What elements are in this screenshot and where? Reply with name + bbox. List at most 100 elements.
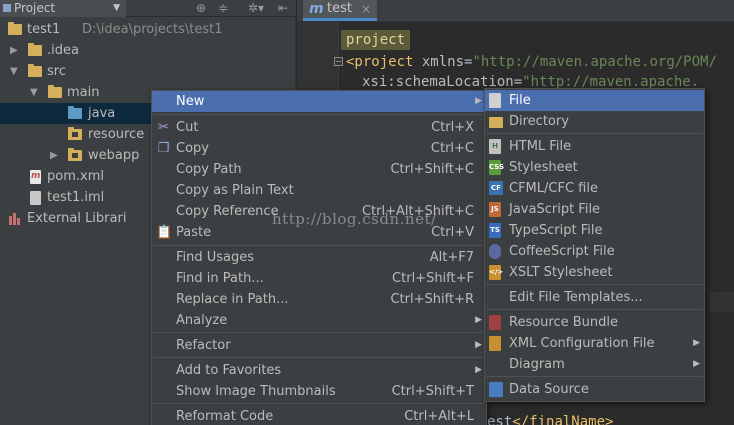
submenu-item-xml-configuration-file[interactable]: XML Configuration File ▶	[485, 333, 704, 354]
tree-item-label: test1.iml	[47, 190, 105, 205]
cfml-file-icon: CF	[489, 181, 503, 195]
submenu-arrow-icon: ▶	[693, 338, 700, 348]
xslt-file-icon: </>	[489, 265, 503, 280]
code-line-bottom[interactable]: est</finalName>	[487, 413, 613, 425]
submenu-item-diagram[interactable]: Diagram ▶	[485, 354, 704, 375]
context-menu: New ▶ ✂ Cut Ctrl+X ❐ Copy Ctrl+C Copy Pa…	[151, 90, 487, 425]
typescript-file-icon: TS	[489, 223, 501, 238]
menu-item-find-in-path[interactable]: Find in Path... Ctrl+Shift+F	[152, 268, 486, 289]
menu-item-find-usages[interactable]: Find Usages Alt+F7	[152, 247, 486, 268]
libraries-icon	[9, 213, 22, 225]
menu-separator	[153, 332, 485, 333]
html-file-icon: H	[489, 139, 501, 154]
tree-item-src[interactable]: ▼ src	[0, 61, 296, 82]
menu-item-refactor[interactable]: Refactor ▶	[152, 335, 486, 356]
tree-item-label: java	[88, 106, 116, 121]
scissors-icon: ✂	[158, 120, 169, 135]
menu-item-reformat-code[interactable]: Reformat Code Ctrl+Alt+L	[152, 406, 486, 425]
tree-item-label: resource	[88, 127, 145, 142]
copy-icon: ❐	[157, 141, 170, 156]
menu-separator	[486, 133, 703, 134]
sync-icon[interactable]: ⊕	[196, 1, 206, 15]
project-panel-header: Project ▼ ⊕ ≑ ✲▾ ⇤	[0, 0, 296, 17]
submenu-arrow-icon: ▶	[693, 359, 700, 369]
editor-tab-bar: m test ×	[297, 0, 734, 22]
tree-item-label: pom.xml	[47, 169, 104, 184]
submenu-item-resource-bundle[interactable]: Resource Bundle	[485, 312, 704, 333]
folder-icon	[48, 85, 62, 98]
project-icon	[3, 4, 11, 12]
maven-icon: m	[309, 1, 324, 17]
menu-item-cut[interactable]: ✂ Cut Ctrl+X	[152, 117, 486, 138]
menu-item-new[interactable]: New ▶	[152, 91, 486, 112]
submenu-item-coffeescript-file[interactable]: CoffeeScript File	[485, 241, 704, 262]
submenu-item-stylesheet[interactable]: CSS Stylesheet	[485, 157, 704, 178]
submenu-arrow-icon: ▶	[475, 96, 482, 106]
module-file-icon	[30, 191, 41, 205]
tree-item-label: External Librari	[27, 211, 127, 226]
submenu-item-data-source[interactable]: Data Source	[485, 379, 704, 400]
collapse-all-icon[interactable]: ≑	[218, 1, 228, 15]
project-view-dropdown[interactable]: Project ▼	[0, 0, 126, 17]
folder-icon	[28, 43, 42, 56]
menu-item-add-to-favorites[interactable]: Add to Favorites ▶	[152, 360, 486, 381]
css-file-icon: CSS	[489, 160, 504, 175]
file-icon	[489, 93, 501, 108]
menu-item-analyze[interactable]: Analyze ▶	[152, 310, 486, 331]
tree-item-project-root[interactable]: test1 D:\idea\projects\test1	[0, 19, 296, 40]
expand-arrow-icon[interactable]: ▶	[50, 145, 58, 166]
submenu-item-html-file[interactable]: H HTML File	[485, 136, 704, 157]
fold-marker-icon[interactable]	[334, 57, 343, 66]
project-folder-icon	[8, 22, 22, 35]
submenu-item-xslt-stylesheet[interactable]: </> XSLT Stylesheet	[485, 262, 704, 283]
tree-item-label: .idea	[47, 43, 79, 58]
submenu-item-javascript-file[interactable]: JS JavaScript File	[485, 199, 704, 220]
tree-item-label: webapp	[88, 148, 140, 163]
menu-separator	[486, 284, 703, 285]
menu-item-copy-path[interactable]: Copy Path Ctrl+Shift+C	[152, 159, 486, 180]
watermark: http://blog.csdn.net/	[272, 210, 437, 228]
javascript-file-icon: JS	[489, 202, 501, 217]
menu-item-copy[interactable]: ❐ Copy Ctrl+C	[152, 138, 486, 159]
close-tab-icon[interactable]: ×	[361, 0, 371, 18]
collapse-arrow-icon[interactable]: ▼	[30, 82, 38, 103]
submenu-item-directory[interactable]: Directory	[485, 111, 704, 132]
current-line-highlight	[710, 292, 734, 312]
expand-arrow-icon[interactable]: ▶	[10, 40, 18, 61]
editor-breadcrumb[interactable]: project	[341, 30, 411, 50]
menu-separator	[486, 309, 703, 310]
source-folder-icon	[68, 106, 82, 119]
code-line-1[interactable]: <project xmlns="http://maven.apache.org/…	[346, 53, 717, 71]
xml-config-file-icon	[489, 336, 501, 351]
dropdown-arrow-icon: ▼	[113, 3, 120, 13]
folder-icon	[489, 117, 503, 128]
menu-separator	[486, 376, 703, 377]
editor-tab-label: test	[327, 1, 352, 16]
tree-item-label: src	[47, 64, 66, 79]
collapse-arrow-icon[interactable]: ▼	[10, 61, 18, 82]
submenu-item-cfml-file[interactable]: CF CFML/CFC file	[485, 178, 704, 199]
tree-item-label: main	[67, 85, 100, 100]
menu-separator	[153, 114, 485, 115]
hide-panel-icon[interactable]: ⇤	[278, 1, 288, 15]
database-icon	[489, 382, 503, 397]
submenu-item-file[interactable]: File	[485, 90, 704, 111]
submenu-item-edit-file-templates[interactable]: Edit File Templates...	[485, 287, 704, 308]
menu-separator	[153, 357, 485, 358]
submenu-arrow-icon: ▶	[475, 340, 482, 350]
menu-item-copy-plain-text[interactable]: Copy as Plain Text	[152, 180, 486, 201]
tree-item-idea[interactable]: ▶ .idea	[0, 40, 296, 61]
tree-item-label: test1	[27, 22, 61, 37]
maven-file-icon: m	[30, 170, 41, 184]
paste-icon: 📋	[156, 225, 173, 240]
menu-item-show-image-thumbnails[interactable]: Show Image Thumbnails Ctrl+Shift+T	[152, 381, 486, 402]
web-folder-icon	[68, 148, 82, 161]
resource-folder-icon	[68, 127, 82, 140]
gear-icon[interactable]: ✲▾	[248, 1, 264, 15]
submenu-item-typescript-file[interactable]: TS TypeScript File	[485, 220, 704, 241]
editor-tab-test[interactable]: m test ×	[303, 0, 377, 21]
coffeescript-file-icon	[489, 244, 501, 259]
menu-item-replace-in-path[interactable]: Replace in Path... Ctrl+Shift+R	[152, 289, 486, 310]
new-submenu: File Directory H HTML File CSS Styleshee…	[484, 88, 705, 402]
submenu-arrow-icon: ▶	[475, 365, 482, 375]
